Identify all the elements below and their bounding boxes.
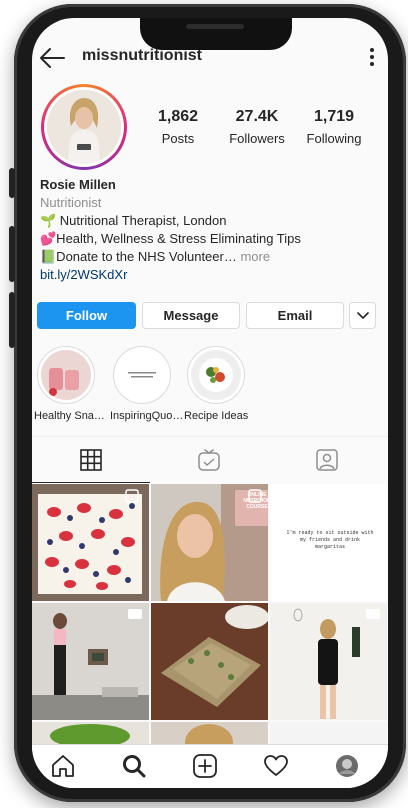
highlight-healthy-snacks[interactable]: Healthy Sna… [34, 346, 105, 422]
phone-notch [140, 18, 292, 50]
post-overlay-text: ONLINE NUTRITION COURSE [243, 492, 268, 510]
post-quote-text: I'm ready to sit outside with my friends… [286, 530, 374, 550]
profile-name: Rosie Millen [40, 177, 116, 192]
igtv-icon [198, 449, 220, 471]
home-icon[interactable] [50, 753, 76, 779]
post-thumbnail[interactable] [32, 603, 149, 720]
bio-line-3-text: 📗Donate to the NHS Volunteer… [40, 249, 237, 264]
post-thumbnail[interactable]: I'm ready to sit outside with my friends… [270, 484, 387, 601]
posts-label: Posts [161, 131, 195, 146]
post-thumbnail[interactable] [32, 484, 149, 601]
profile-avatar[interactable] [47, 90, 121, 164]
new-post-icon[interactable] [192, 753, 218, 779]
phone-volume-up [9, 226, 15, 282]
bio-more-link[interactable]: more [237, 249, 270, 264]
bio-line-2: 💕Health, Wellness & Stress Eliminating T… [40, 231, 301, 246]
post-thumbnail[interactable] [270, 603, 387, 720]
profile-avatar-icon[interactable] [334, 753, 360, 779]
bottom-navigation [32, 744, 388, 788]
profile-category: Nutritionist [40, 195, 102, 210]
stat-followers[interactable]: 27.4K Followers [217, 108, 297, 146]
activity-heart-icon[interactable] [263, 753, 289, 779]
phone-silent-switch [9, 168, 15, 198]
followers-count: 27.4K [235, 108, 279, 125]
search-icon[interactable] [121, 753, 147, 779]
back-arrow-icon[interactable] [38, 46, 66, 70]
highlight-recipe-ideas[interactable]: Recipe Ideas [184, 346, 248, 422]
email-button[interactable]: Email [246, 302, 344, 329]
profile-bio: Rosie Millen Nutritionist 🌱 Nutritional … [40, 176, 380, 284]
highlight-label: InspiringQuo… [110, 410, 184, 422]
posts-count: 1,862 [157, 108, 199, 125]
profile-tabs [32, 436, 388, 483]
stat-following[interactable]: 1,719 Following [294, 108, 374, 146]
highlight-cover [41, 350, 91, 400]
bio-line-1: 🌱 Nutritional Therapist, London [40, 213, 227, 228]
phone-volume-down [9, 292, 15, 348]
grid-icon [80, 448, 102, 471]
follow-button[interactable]: Follow [37, 302, 136, 329]
post-thumbnail[interactable] [151, 603, 268, 720]
following-label: Following [306, 131, 362, 146]
bio-website-link[interactable]: bit.ly/2WSKdXr [40, 266, 380, 284]
tagged-icon [316, 449, 338, 471]
followers-label: Followers [229, 131, 285, 146]
more-options-icon[interactable] [368, 46, 376, 68]
tab-igtv[interactable] [150, 437, 268, 483]
highlight-label: Recipe Ideas [184, 410, 249, 422]
message-button[interactable]: Message [142, 302, 240, 329]
tab-grid[interactable] [32, 437, 150, 483]
stat-posts[interactable]: 1,862 Posts [138, 108, 218, 146]
highlight-cover [117, 350, 167, 400]
highlight-inspiring-quotes[interactable]: InspiringQuo… [110, 346, 184, 422]
highlight-label: Healthy Sna… [34, 410, 105, 422]
chevron-down-icon [356, 311, 369, 319]
post-thumbnail[interactable]: ONLINE NUTRITION COURSE [151, 484, 268, 601]
bio-line-3: 📗Donate to the NHS Volunteer… more [40, 248, 380, 266]
following-count: 1,719 [313, 108, 355, 125]
tab-tagged[interactable] [268, 437, 386, 483]
app-screen: missnutritionist 1,862 Posts 27.4K Follo… [32, 18, 388, 788]
highlight-cover [191, 350, 241, 400]
suggested-accounts-button[interactable] [349, 302, 376, 329]
story-ring[interactable] [41, 84, 127, 170]
